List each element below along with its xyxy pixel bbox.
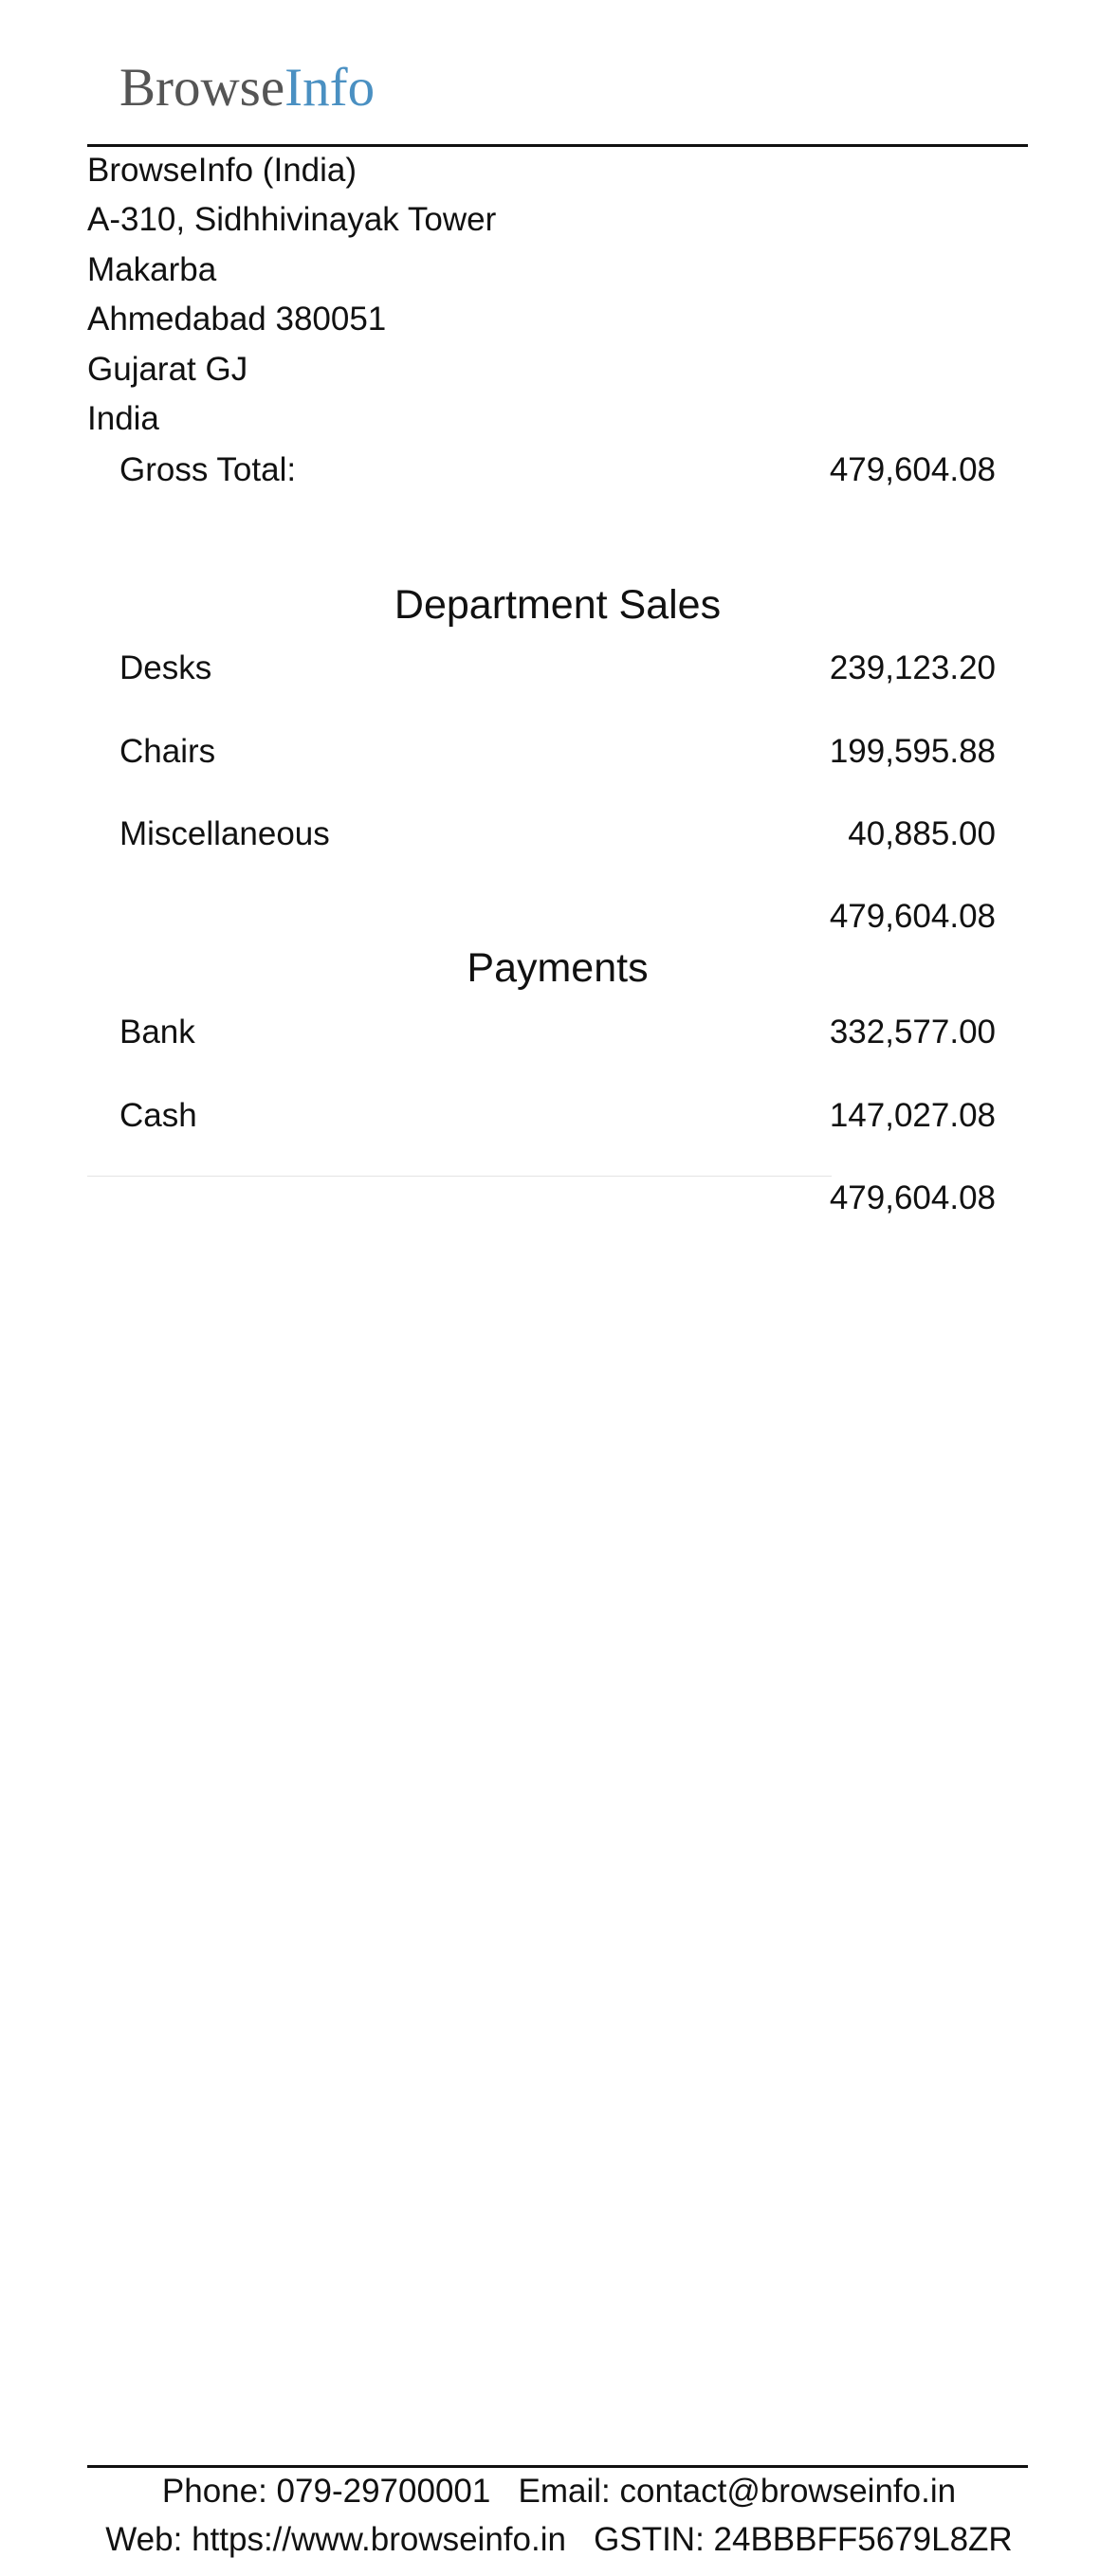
address-state: Gujarat GJ — [87, 350, 248, 388]
department-sales-total: 479,604.08 — [829, 898, 996, 935]
department-label: Desks — [119, 649, 212, 686]
footer-web-gstin: Web: https://www.browseinfo.in GSTIN: 24… — [105, 2521, 1013, 2558]
logo-text-info: Info — [284, 58, 376, 118]
department-label: Miscellaneous — [119, 815, 330, 852]
payment-row: Cash 147,027.08 — [119, 1089, 996, 1142]
department-sales-title: Department Sales — [394, 582, 722, 628]
payment-amount: 147,027.08 — [829, 1097, 996, 1134]
payment-method-label: Cash — [119, 1097, 197, 1134]
department-row: Miscellaneous 40,885.00 — [119, 808, 996, 861]
company-name: BrowseInfo (India) — [87, 152, 357, 189]
department-label: Chairs — [119, 733, 216, 770]
department-value: 199,595.88 — [829, 733, 996, 770]
company-address: BrowseInfo (India) A-310, Sidhhivinayak … — [87, 146, 496, 444]
payment-method-label: Bank — [119, 1014, 195, 1050]
payments-title: Payments — [467, 945, 649, 991]
payment-amount: 332,577.00 — [829, 1014, 996, 1050]
payments-total: 479,604.08 — [829, 1179, 996, 1216]
department-row: Chairs 199,595.88 — [119, 725, 996, 778]
department-row: Desks 239,123.20 — [119, 642, 996, 695]
gross-total-row: Gross Total: 479,604.08 — [119, 444, 996, 497]
department-value: 40,885.00 — [848, 815, 996, 852]
gross-total-label: Gross Total: — [119, 451, 297, 488]
footer-contact: Phone: 079-29700001 Email: contact@brows… — [161, 2473, 957, 2510]
address-street: A-310, Sidhhivinayak Tower — [87, 201, 497, 239]
payments-divider — [87, 1176, 832, 1177]
address-country: India — [87, 399, 159, 437]
gross-total-value: 479,604.08 — [829, 451, 996, 488]
logo-text-browse: Browse — [119, 58, 285, 118]
company-logo: BrowseInfo — [119, 52, 375, 124]
address-city-zip: Ahmedabad 380051 — [87, 301, 387, 338]
department-value: 239,123.20 — [829, 649, 996, 686]
footer-divider — [87, 2465, 1028, 2468]
address-area: Makarba — [87, 250, 217, 288]
payment-row: Bank 332,577.00 — [119, 1006, 996, 1059]
